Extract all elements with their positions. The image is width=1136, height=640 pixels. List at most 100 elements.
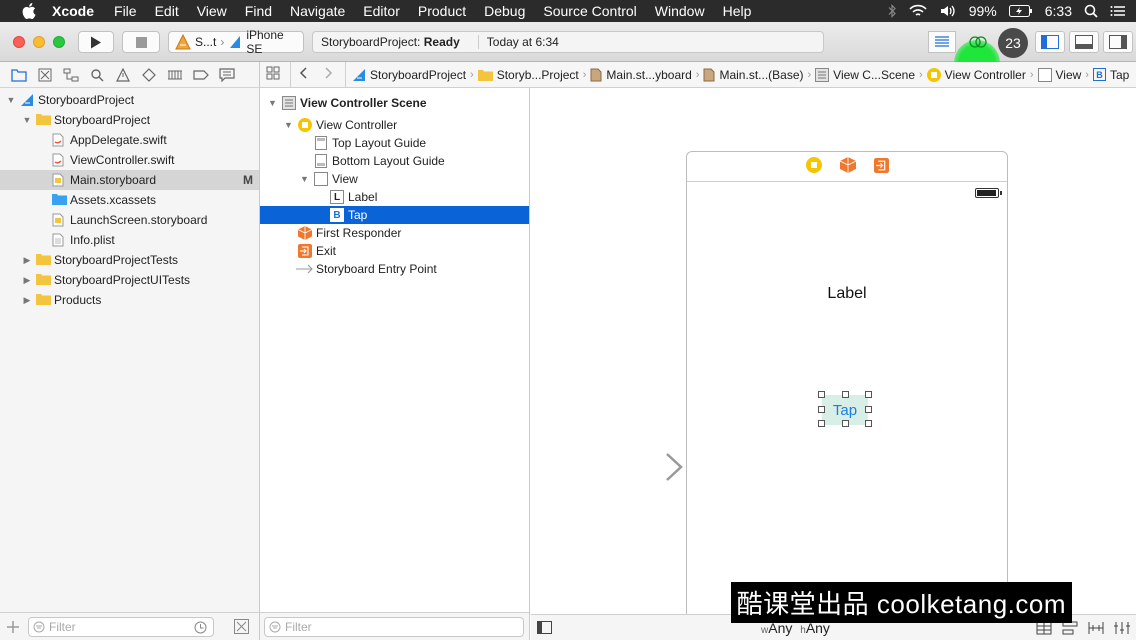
outline-filter-input[interactable]: Filter: [264, 617, 524, 637]
menu-navigate[interactable]: Navigate: [290, 3, 345, 19]
storyboard-canvas[interactable]: Label Tap wAny hAny: [531, 88, 1136, 640]
test-navigator-tab-icon[interactable]: [140, 66, 158, 84]
crumb-project[interactable]: StoryboardProject: [352, 68, 466, 82]
source-control-tab-icon[interactable]: [36, 66, 54, 84]
outline-row-scene[interactable]: ▼ View Controller Scene: [260, 94, 529, 112]
add-file-icon[interactable]: [6, 620, 20, 637]
outline-row-bottom-layout-guide[interactable]: Bottom Layout Guide: [260, 152, 529, 170]
resize-handle[interactable]: [818, 420, 825, 427]
assistant-editor-icon[interactable]: [967, 34, 989, 53]
notification-center-icon[interactable]: [1110, 5, 1126, 17]
file-tree-item[interactable]: AppDelegate.swift: [0, 130, 259, 150]
related-items-icon[interactable]: [266, 66, 280, 83]
outline-row-top-layout-guide[interactable]: Top Layout Guide: [260, 134, 529, 152]
file-tree-item[interactable]: LaunchScreen.storyboard: [0, 210, 259, 230]
outline-row-label[interactable]: L Label: [260, 188, 529, 206]
outline-row-view[interactable]: ▼ View: [260, 170, 529, 188]
view-controller-icon[interactable]: [805, 157, 822, 176]
resize-handle[interactable]: [818, 391, 825, 398]
window-zoom-button[interactable]: [53, 36, 65, 48]
project-navigator-tab-icon[interactable]: [10, 66, 28, 84]
crumb-button[interactable]: B Tap: [1092, 68, 1129, 82]
crumb-storyboard-file[interactable]: Main.st...yboard: [590, 68, 692, 82]
toggle-debug-area-button[interactable]: [1069, 31, 1099, 53]
scm-filter-icon[interactable]: [234, 619, 249, 637]
run-button[interactable]: [78, 31, 114, 53]
resize-handle[interactable]: [865, 391, 872, 398]
toggle-outline-icon[interactable]: [537, 621, 553, 638]
first-responder-icon[interactable]: [839, 157, 856, 176]
recent-files-icon[interactable]: [194, 621, 207, 634]
bluetooth-icon[interactable]: [887, 4, 897, 18]
resize-handle[interactable]: [818, 406, 825, 413]
outline-row-tap-button[interactable]: B Tap: [260, 206, 529, 224]
resize-handle[interactable]: [842, 420, 849, 427]
menu-window[interactable]: Window: [655, 3, 705, 19]
forward-button[interactable]: [325, 67, 333, 82]
file-tree-item[interactable]: ViewController.swift: [0, 150, 259, 170]
disclosure-open-icon[interactable]: ▼: [284, 120, 293, 130]
align-icon[interactable]: [1062, 621, 1078, 635]
standard-editor-button[interactable]: [928, 31, 956, 53]
resolve-issues-icon[interactable]: [1114, 621, 1130, 635]
issue-navigator-tab-icon[interactable]: [114, 66, 132, 84]
back-button[interactable]: [299, 67, 307, 82]
disclosure-open-icon[interactable]: ▼: [268, 98, 277, 108]
breakpoint-navigator-tab-icon[interactable]: [192, 66, 210, 84]
disclosure-open-icon[interactable]: ▼: [6, 95, 16, 105]
crumb-scene[interactable]: View C...Scene: [815, 67, 915, 82]
stop-button[interactable]: [122, 31, 160, 53]
file-tree-item[interactable]: ▼ StoryboardProject: [0, 90, 259, 110]
menu-source-control[interactable]: Source Control: [543, 3, 636, 19]
menu-app-name[interactable]: Xcode: [52, 3, 94, 19]
outline-row-exit[interactable]: Exit: [260, 242, 529, 260]
disclosure-open-icon[interactable]: ▼: [300, 174, 309, 184]
file-tree-item[interactable]: ▼ StoryboardProject: [0, 110, 259, 130]
pin-icon[interactable]: [1088, 621, 1104, 635]
navigator-filter-input[interactable]: Filter: [28, 617, 214, 637]
window-close-button[interactable]: [13, 36, 25, 48]
file-tree-item[interactable]: ▶ Products: [0, 290, 259, 310]
crumb-storyboard-base[interactable]: Main.st...(Base): [703, 68, 804, 82]
menu-find[interactable]: Find: [245, 3, 272, 19]
report-navigator-tab-icon[interactable]: [218, 66, 236, 84]
menu-file[interactable]: File: [114, 3, 137, 19]
volume-icon[interactable]: [939, 4, 957, 18]
file-tree-item[interactable]: Assets.xcassets: [0, 190, 259, 210]
menu-help[interactable]: Help: [723, 3, 752, 19]
version-editor-badge[interactable]: 23: [998, 28, 1028, 58]
apple-logo-icon[interactable]: [20, 2, 38, 20]
file-tree-item[interactable]: ▶ StoryboardProjectUITests: [0, 270, 259, 290]
resize-handle[interactable]: [865, 420, 872, 427]
outline-row-first-responder[interactable]: First Responder: [260, 224, 529, 242]
battery-charging-icon[interactable]: [1008, 5, 1033, 17]
disclosure-closed-icon[interactable]: ▶: [22, 255, 32, 265]
toggle-utilities-button[interactable]: [1103, 31, 1133, 53]
menu-edit[interactable]: Edit: [155, 3, 179, 19]
outline-row-entry-point[interactable]: Storyboard Entry Point: [260, 260, 529, 278]
toggle-navigator-button[interactable]: [1035, 31, 1065, 53]
crumb-view[interactable]: View: [1037, 67, 1081, 82]
window-minimize-button[interactable]: [33, 36, 45, 48]
stack-icon[interactable]: [1036, 621, 1052, 635]
view-controller-scene[interactable]: Label Tap: [686, 151, 1008, 621]
symbol-navigator-tab-icon[interactable]: [62, 66, 80, 84]
file-tree-item[interactable]: Info.plist: [0, 230, 259, 250]
menu-editor[interactable]: Editor: [363, 3, 400, 19]
crumb-view-controller[interactable]: View Controller: [926, 67, 1026, 82]
debug-navigator-tab-icon[interactable]: [166, 66, 184, 84]
wifi-icon[interactable]: [909, 4, 927, 18]
find-navigator-tab-icon[interactable]: [88, 66, 106, 84]
outline-row-view-controller[interactable]: ▼ View Controller: [260, 116, 529, 134]
storyboard-entry-arrow[interactable]: [589, 452, 685, 482]
disclosure-closed-icon[interactable]: ▶: [22, 275, 32, 285]
crumb-group[interactable]: Storyb...Project: [477, 68, 579, 82]
scheme-selector[interactable]: S...t › iPhone SE: [168, 28, 304, 56]
disclosure-open-icon[interactable]: ▼: [22, 115, 32, 125]
exit-icon[interactable]: [873, 157, 889, 176]
menu-debug[interactable]: Debug: [484, 3, 525, 19]
menubar-clock[interactable]: 6:33: [1045, 3, 1072, 19]
file-tree-item[interactable]: ▶ StoryboardProjectTests: [0, 250, 259, 270]
disclosure-closed-icon[interactable]: ▶: [22, 295, 32, 305]
resize-handle[interactable]: [865, 406, 872, 413]
